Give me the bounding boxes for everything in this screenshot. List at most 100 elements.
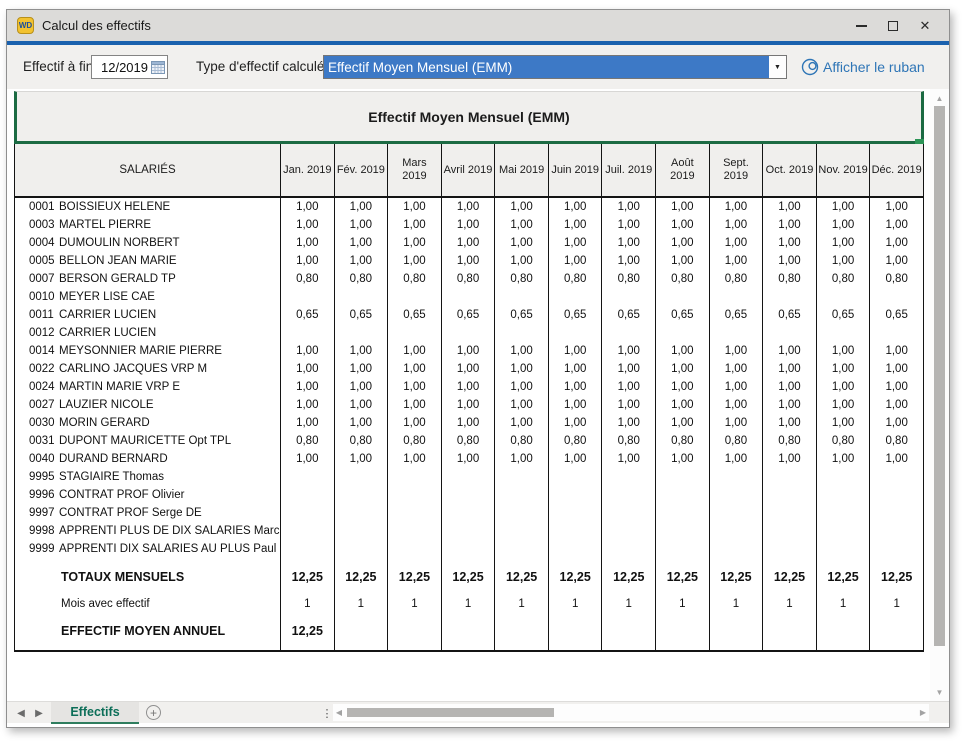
close-button[interactable]: ✕ [909, 10, 941, 41]
calendar-icon[interactable] [151, 60, 165, 74]
horizontal-scrollbar[interactable]: ◀ ▶ [333, 704, 929, 721]
value-cell: 12,25 [763, 564, 817, 590]
value-cell: 1,00 [656, 342, 710, 360]
value-cell [656, 486, 710, 504]
table-row[interactable]: 9998APPRENTI PLUS DE DIX SALARIES Marc [15, 522, 923, 540]
value-cell [281, 644, 335, 650]
ribbon-toggle-icon [800, 57, 820, 77]
value-cell [335, 617, 389, 644]
table-row[interactable]: 0005BELLON JEAN MARIE1,001,001,001,001,0… [15, 252, 923, 270]
value-cell: 1,00 [763, 216, 817, 234]
totals-row: TOTAUX MENSUELS12,2512,2512,2512,2512,25… [15, 564, 923, 590]
scroll-up-icon[interactable]: ▲ [930, 91, 949, 105]
value-cell: 1,00 [388, 378, 442, 396]
value-cell: 0,65 [549, 306, 603, 324]
value-cell [549, 644, 603, 650]
value-cell: 1,00 [870, 216, 923, 234]
tab-effectifs[interactable]: Effectifs [51, 702, 139, 724]
salaries-cell: 9998APPRENTI PLUS DE DIX SALARIES Marc [15, 522, 281, 540]
salaries-cell: 0004DUMOULIN NORBERT [15, 234, 281, 252]
table-row[interactable]: 0007BERSON GERALD TP0,800,800,800,800,80… [15, 270, 923, 288]
value-cell: 0,65 [817, 306, 871, 324]
value-cell [495, 468, 549, 486]
table-row[interactable]: 0010MEYER LISE CAE [15, 288, 923, 306]
value-cell: 0,65 [602, 306, 656, 324]
value-cell: 0,80 [817, 270, 871, 288]
value-cell: 0,65 [442, 306, 496, 324]
combobox-dropdown-button[interactable]: ▼ [769, 56, 786, 78]
add-sheet-button[interactable]: + [146, 705, 161, 720]
table-row[interactable]: 0014MEYSONNIER MARIE PIERRE1,001,001,001… [15, 342, 923, 360]
table-row[interactable]: 0022CARLINO JACQUES VRP M1,001,001,001,0… [15, 360, 923, 378]
value-cell: 1,00 [602, 198, 656, 216]
value-cell [817, 486, 871, 504]
table-row[interactable]: 0004DUMOULIN NORBERT1,001,001,001,001,00… [15, 234, 923, 252]
table-row[interactable]: 0001BOISSIEUX HELENE1,001,001,001,001,00… [15, 198, 923, 216]
employee-code: 0024 [29, 381, 59, 393]
value-cell [656, 324, 710, 342]
employee-name: MORIN GERARD [59, 417, 150, 429]
value-cell: 1,00 [442, 342, 496, 360]
tab-scroll-left-icon[interactable]: ◀ [13, 702, 29, 724]
maximize-button[interactable] [877, 10, 909, 41]
value-cell: 1 [335, 590, 389, 617]
value-cell: 1,00 [870, 342, 923, 360]
table-row[interactable]: 0024MARTIN MARIE VRP E1,001,001,001,001,… [15, 378, 923, 396]
table-row[interactable]: 0027LAUZIER NICOLE1,001,001,001,001,001,… [15, 396, 923, 414]
table-row[interactable]: 0030MORIN GERARD1,001,001,001,001,001,00… [15, 414, 923, 432]
table-row[interactable]: 9996CONTRAT PROF Olivier [15, 486, 923, 504]
value-cell [388, 486, 442, 504]
tab-scroll-right-icon[interactable]: ▶ [31, 702, 47, 724]
effectif-date-input[interactable]: 12/2019 [91, 55, 168, 79]
value-cell: 1,00 [870, 234, 923, 252]
value-cell: 1,00 [335, 342, 389, 360]
value-cell [710, 617, 764, 644]
table-row[interactable]: 9995STAGIAIRE Thomas [15, 468, 923, 486]
value-cell [549, 288, 603, 306]
value-cell [817, 540, 871, 558]
type-effectif-combobox[interactable]: Effectif Moyen Mensuel (EMM) ▼ [323, 55, 787, 79]
employee-name: DUMOULIN NORBERT [59, 237, 180, 249]
value-cell: 1,00 [656, 378, 710, 396]
scroll-down-icon[interactable]: ▼ [930, 685, 949, 699]
splitter-grip-icon[interactable]: ⋮ [321, 702, 333, 724]
value-cell [495, 644, 549, 650]
effectif-date-value: 12/2019 [101, 60, 148, 75]
salaries-cell: 0005BELLON JEAN MARIE [15, 252, 281, 270]
value-cell: 1,00 [442, 414, 496, 432]
value-cell [281, 324, 335, 342]
scroll-left-icon[interactable]: ◀ [333, 704, 345, 721]
vertical-scrollbar[interactable]: ▲ ▼ [930, 89, 949, 701]
value-cell: 1,00 [602, 234, 656, 252]
value-cell: 1,00 [710, 450, 764, 468]
value-cell: 1,00 [870, 450, 923, 468]
salaries-cell: 0022CARLINO JACQUES VRP M [15, 360, 281, 378]
value-cell [710, 468, 764, 486]
value-cell: 1,00 [281, 450, 335, 468]
minimize-button[interactable] [845, 10, 877, 41]
table-row[interactable]: 9999APPRENTI DIX SALARIES AU PLUS Paul [15, 540, 923, 558]
value-cell [388, 288, 442, 306]
scroll-right-icon[interactable]: ▶ [917, 704, 929, 721]
table-row[interactable]: 0040DURAND BERNARD1,001,001,001,001,001,… [15, 450, 923, 468]
afficher-ruban-link[interactable]: Afficher le ruban [800, 55, 925, 79]
value-cell: 12,25 [388, 564, 442, 590]
value-cell: 1,00 [710, 234, 764, 252]
value-cell: 12,25 [442, 564, 496, 590]
effectif-a-fin-label: Effectif à fin [23, 59, 93, 74]
value-cell: 1,00 [495, 252, 549, 270]
table-row[interactable]: 9997CONTRAT PROF Serge DE [15, 504, 923, 522]
month-column-header: Oct. 2019 [763, 144, 817, 196]
value-cell: 1,00 [388, 234, 442, 252]
table-row[interactable]: 0003MARTEL PIERRE1,001,001,001,001,001,0… [15, 216, 923, 234]
horizontal-scrollbar-thumb[interactable] [347, 708, 554, 717]
table-row[interactable]: 0031DUPONT MAURICETTE Opt TPL0,800,800,8… [15, 432, 923, 450]
salaries-cell: 9999APPRENTI DIX SALARIES AU PLUS Paul [15, 540, 281, 558]
month-column-header: Sept. 2019 [710, 144, 764, 196]
value-cell: 0,80 [710, 270, 764, 288]
value-cell: 1,00 [710, 342, 764, 360]
vertical-scrollbar-thumb[interactable] [934, 106, 945, 646]
table-row[interactable]: 0011CARRIER LUCIEN0,650,650,650,650,650,… [15, 306, 923, 324]
table-row[interactable]: 0012CARRIER LUCIEN [15, 324, 923, 342]
value-cell [763, 504, 817, 522]
